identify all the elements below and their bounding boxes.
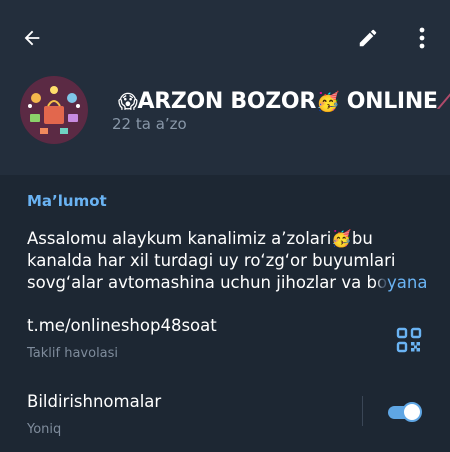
party-emoji: 🥳 [315, 91, 340, 113]
edit-button[interactable] [352, 22, 384, 54]
channel-title-text: ARZON BOZOR [137, 89, 317, 114]
channel-title-trail: ⟋ [437, 89, 450, 114]
invite-link-label: Taklif havolasi [27, 346, 119, 361]
notifications-label: Bildirishnomalar [27, 392, 162, 411]
profile-header: 😱ARZON BOZOR🥳 ONLINE⟋ 22 ta a’zo [0, 0, 450, 175]
description-text: bu [351, 229, 373, 248]
show-more-link[interactable]: yana [387, 273, 427, 292]
toggle-knob [402, 402, 422, 422]
info-section-title: Ma’lumot [27, 192, 107, 210]
description-text: Assalomu alaykum kanalimiz a’zolari [27, 229, 332, 248]
arrow-left-icon [24, 30, 40, 46]
qr-code-button[interactable] [396, 327, 422, 353]
description-line: kanalda har xil turdagi uy ro‘zg‘or buyu… [27, 251, 396, 270]
vertical-dots-icon [419, 27, 425, 49]
invite-link[interactable]: t.me/onlineshop48soat [27, 316, 217, 335]
channel-description: Assalomu alaykum kanalimiz a’zolari🥳bu k… [27, 228, 427, 294]
description-line: Assalomu alaykum kanalimiz a’zolari🥳bu [27, 228, 427, 250]
notifications-state: Yoniq [27, 422, 62, 437]
more-options-button[interactable] [408, 22, 436, 54]
channel-title-suffix: ONLINE [339, 89, 438, 114]
back-button[interactable] [14, 22, 50, 54]
channel-title: 😱ARZON BOZOR🥳 ONLINE⟋ [118, 86, 450, 118]
description-text: sovg‘alar avtomashina uchun jihozlar va [27, 273, 367, 292]
description-line: sovg‘alar avtomashina uchun jihozlar va … [27, 272, 427, 294]
shopping-collage-icon [20, 76, 88, 144]
scream-emoji: 😱 [118, 91, 138, 113]
notifications-toggle[interactable] [386, 402, 422, 422]
party-emoji-inline: 🥳 [331, 229, 352, 248]
pencil-icon [359, 29, 377, 47]
description-fade: bo [366, 273, 388, 292]
channel-avatar[interactable] [20, 76, 88, 144]
qr-code-icon [396, 327, 422, 353]
member-count: 22 ta a’zo [112, 115, 187, 133]
divider [362, 396, 363, 426]
